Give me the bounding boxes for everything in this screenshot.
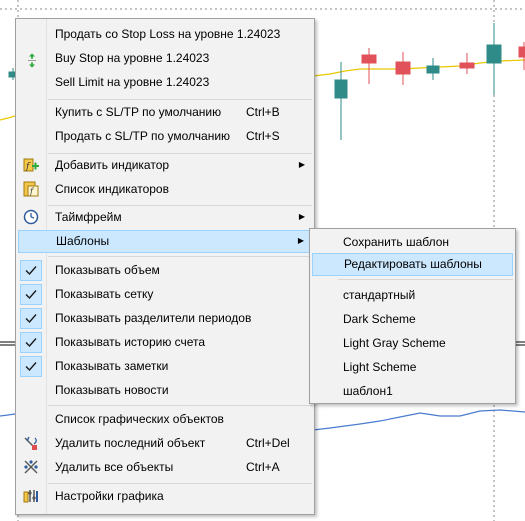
menu-item-label: Список графических объектов: [55, 412, 224, 426]
delete-all-icon: [24, 460, 38, 474]
submenu-item-edit-templates[interactable]: Редактировать шаблоны: [312, 253, 513, 276]
template-name: Light Gray Scheme: [343, 336, 446, 350]
checkmark-icon: [20, 308, 42, 329]
menu-item-indicator-list[interactable]: f Список индикаторов: [16, 178, 314, 201]
candle: [459, 53, 475, 74]
submenu-item-save-template[interactable]: Сохранить шаблон: [310, 231, 515, 254]
candle: [361, 48, 377, 84]
indicator-list-icon: f: [23, 181, 39, 197]
template-name: Light Scheme: [343, 360, 417, 374]
template-item[interactable]: Light Scheme: [310, 356, 515, 379]
template-name: шаблон1: [343, 384, 393, 398]
submenu-arrow-icon: ▶: [298, 160, 305, 169]
clock-icon: [23, 209, 39, 225]
menu-item-label: Таймфрейм: [55, 210, 122, 224]
menu-separator: [48, 405, 312, 406]
menu-item-delete-last-object[interactable]: Удалить последний объект Ctrl+Del: [16, 432, 314, 455]
menu-item-show-notes[interactable]: Показывать заметки: [16, 355, 314, 378]
menu-item-templates[interactable]: Шаблоны ▶: [18, 230, 312, 253]
template-item[interactable]: стандартный: [310, 284, 515, 307]
menu-item-sell-stop-loss[interactable]: Продать со Stop Loss на уровне 1.24023: [16, 23, 314, 46]
menu-item-label: Купить с SL/TP по умолчанию: [55, 105, 222, 119]
menu-separator: [338, 279, 513, 280]
menu-item-sell-default[interactable]: Продать с SL/TP по умолчанию Ctrl+S: [16, 125, 314, 148]
menu-item-chart-settings[interactable]: Настройки графика: [16, 485, 314, 508]
menu-item-label: Показывать объем: [55, 263, 160, 277]
submenu-item-label: Редактировать шаблоны: [344, 257, 482, 271]
submenu-item-label: Сохранить шаблон: [343, 235, 450, 249]
menu-item-label: Удалить последний объект: [55, 436, 206, 450]
shortcut-label: Ctrl+A: [246, 460, 280, 474]
template-item[interactable]: шаблон1: [310, 380, 515, 403]
shortcut-label: Ctrl+S: [246, 129, 280, 143]
menu-item-label: Показывать новости: [55, 383, 169, 397]
menu-item-buy-stop[interactable]: Buy Stop на уровне 1.24023: [16, 47, 314, 70]
shortcut-label: Ctrl+B: [246, 105, 280, 119]
menu-item-label: Удалить все объекты: [55, 460, 174, 474]
checkmark-icon: [20, 332, 42, 353]
menu-separator: [48, 99, 312, 100]
candle: [334, 62, 348, 140]
checkmark-icon: [20, 356, 42, 377]
menu-item-add-indicator[interactable]: f Добавить индикатор ▶: [16, 154, 314, 177]
menu-item-label: Sell Limit на уровне 1.24023: [55, 75, 210, 89]
submenu-arrow-icon: ▶: [298, 212, 305, 221]
menu-item-label: Показывать историю счета: [55, 335, 206, 349]
candle: [518, 42, 525, 70]
menu-item-label: Продать с SL/TP по умолчанию: [55, 129, 231, 143]
menu-separator: [48, 483, 312, 484]
menu-item-label: Показывать разделители периодов: [55, 311, 252, 325]
menu-item-object-list[interactable]: Список графических объектов: [16, 408, 314, 431]
delete-last-icon: [24, 436, 37, 450]
menu-item-show-period-separators[interactable]: Показывать разделители периодов: [16, 307, 314, 330]
submenu-arrow-icon: ▶: [297, 236, 304, 245]
menu-item-label: Показывать заметки: [55, 359, 169, 373]
menu-item-sell-limit[interactable]: Sell Limit на уровне 1.24023: [16, 71, 314, 94]
candle: [395, 52, 411, 85]
menu-item-timeframe[interactable]: Таймфрейм ▶: [16, 206, 314, 229]
menu-item-label: Buy Stop на уровне 1.24023: [55, 51, 210, 65]
chart-context-menu: Продать со Stop Loss на уровне 1.24023 B…: [15, 18, 315, 515]
menu-item-label: Список индикаторов: [55, 182, 169, 196]
menu-separator: [48, 256, 312, 257]
menu-item-label: Продать со Stop Loss на уровне 1.24023: [55, 27, 281, 41]
template-name: Dark Scheme: [343, 312, 416, 326]
templates-submenu: Сохранить шаблон Редактировать шаблоны с…: [309, 228, 516, 404]
checkmark-icon: [20, 284, 42, 305]
menu-item-buy-default[interactable]: Купить с SL/TP по умолчанию Ctrl+B: [16, 101, 314, 124]
menu-item-delete-all-objects[interactable]: Удалить все объекты Ctrl+A: [16, 456, 314, 479]
menu-item-show-grid[interactable]: Показывать сетку: [16, 283, 314, 306]
menu-item-show-volume[interactable]: Показывать объем: [16, 259, 314, 282]
template-item[interactable]: Light Gray Scheme: [310, 332, 515, 355]
menu-item-show-news[interactable]: Показывать новости: [16, 379, 314, 402]
menu-item-label: Настройки графика: [55, 489, 164, 503]
chart-settings-icon: [23, 490, 38, 503]
menu-item-label: Добавить индикатор: [55, 158, 170, 172]
menu-item-label: Шаблоны: [56, 234, 110, 248]
shortcut-label: Ctrl+Del: [246, 436, 290, 450]
template-item[interactable]: Dark Scheme: [310, 308, 515, 331]
menu-item-label: Показывать сетку: [55, 287, 154, 301]
menu-item-show-account-history[interactable]: Показывать историю счета: [16, 331, 314, 354]
template-name: стандартный: [343, 288, 416, 302]
checkmark-icon: [20, 260, 42, 281]
add-indicator-icon: f: [23, 158, 39, 172]
candle: [486, 23, 502, 95]
candle: [426, 58, 440, 80]
